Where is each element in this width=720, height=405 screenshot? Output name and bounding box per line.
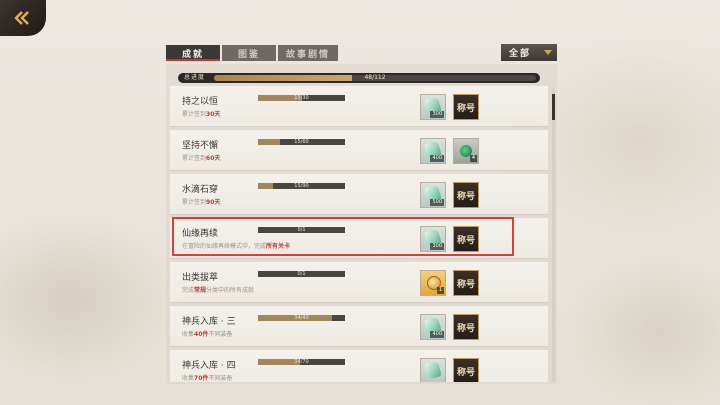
achievement-row: 出类拔萃完成常规分类中的所有成就 0/1 1 称号	[170, 262, 548, 303]
achievement-name: 神兵入库 · 三	[182, 317, 236, 327]
achievement-progress-value: 15/30	[294, 95, 309, 101]
achievement-progress-bar: 0/1	[258, 227, 345, 233]
achievement-desc: 收集40件不同装备	[182, 329, 232, 338]
scrollbar[interactable]	[552, 88, 555, 382]
title-reward-button[interactable]: 称号	[453, 226, 479, 252]
achievement-list: 持之以恒 累计签到30天 15/30 300 称号 坚持不懈 累计签到60天 15/60 400…	[170, 86, 550, 382]
achievement-desc: 完成常规分类中的所有成就	[182, 285, 254, 294]
desc-text: 不同装备	[208, 331, 233, 338]
reward-count: 400	[430, 155, 444, 162]
achievement-name: 神兵入库 · 四	[182, 361, 236, 371]
achievement-progress-value: 15/60	[294, 139, 309, 145]
achievement-progress-bar: 34/70	[258, 359, 345, 365]
reward-slot[interactable]	[420, 358, 446, 382]
achievement-name: 出类拔萃	[182, 273, 219, 283]
achievement-desc: 累计签到90天	[182, 197, 220, 206]
achievement-row: 仙缘再续在冒险的仙缘再续模式中，完成所有关卡 0/1 300 称号	[170, 218, 548, 259]
desc-text: 分类中的所有成就	[206, 287, 255, 294]
achievement-desc: 在冒险的仙缘再续模式中，完成所有关卡	[182, 241, 290, 250]
reward-slot[interactable]: 1	[420, 270, 446, 296]
total-progress-label: 总进度	[184, 74, 206, 81]
title-reward-button[interactable]: 称号	[453, 270, 479, 296]
achievement-desc: 累计签到60天	[182, 153, 220, 162]
achievement-name: 坚持不懈	[182, 141, 219, 151]
achievement-name: 持之以恒	[182, 97, 219, 107]
reward-slot[interactable]: 300	[420, 226, 446, 252]
scrollbar-thumb[interactable]	[552, 94, 555, 120]
achievement-row: 坚持不懈累计签到60天 15/60 400 4	[170, 130, 548, 171]
reward-slot[interactable]: 4	[453, 138, 479, 164]
desc-highlight: 常规	[194, 287, 207, 294]
total-progress: 总进度 48/112	[178, 73, 540, 83]
achievement-name: 仙缘再续	[182, 229, 219, 239]
chevron-down-icon	[544, 50, 552, 55]
achievement-progress-bar: 0/1	[258, 271, 345, 277]
achievement-row: 持之以恒累计签到30天 15/30 300 称号	[170, 86, 548, 127]
reward-count: 300	[430, 243, 444, 250]
desc-text: 完成	[182, 287, 195, 294]
reward-count: 1	[436, 287, 444, 294]
reward-count: 4	[469, 155, 477, 162]
reward-count: 400	[430, 331, 444, 338]
back-arrow-icon	[14, 11, 29, 25]
desc-text: 收集	[182, 331, 195, 338]
reward-slot[interactable]: 500	[420, 182, 446, 208]
desc-text: 不同装备	[208, 375, 233, 382]
achievement-row: 神兵入库 · 四收集70件不同装备 34/70 称号	[170, 350, 548, 382]
achievement-progress-bar: 15/60	[258, 139, 345, 145]
reward-slot[interactable]: 400	[420, 138, 446, 164]
achievement-progress-value: 34/40	[294, 315, 309, 321]
desc-highlight: 30天	[206, 111, 221, 118]
desc-highlight: 90天	[206, 199, 221, 206]
filter-label: 全部	[509, 49, 532, 59]
total-progress-value: 48/112	[364, 74, 386, 81]
desc-highlight: 40件	[194, 331, 209, 338]
category-tabs: 成就 图鉴 故事剧情	[166, 45, 340, 61]
achievement-progress-bar: 15/30	[258, 95, 345, 101]
achievement-progress-value: 0/1	[297, 227, 306, 233]
desc-text: 累计签到	[182, 199, 207, 206]
reward-slot[interactable]: 400	[420, 314, 446, 340]
achievement-progress-value: 34/70	[294, 359, 309, 365]
desc-text: 在冒险的仙缘再续模式中，完成	[182, 243, 267, 250]
jade-gem-icon	[424, 360, 442, 380]
achievement-progress-value: 15/90	[294, 183, 309, 189]
achievement-desc: 累计签到30天	[182, 109, 220, 118]
title-reward-button[interactable]: 称号	[453, 94, 479, 120]
title-reward-button[interactable]: 称号	[453, 182, 479, 208]
reward-slot[interactable]: 300	[420, 94, 446, 120]
back-button[interactable]	[0, 0, 46, 36]
achievement-progress-bar: 15/90	[258, 183, 345, 189]
achievement-row: 水滴石穿累计签到90天 15/90 500 称号	[170, 174, 548, 215]
desc-highlight: 所有关卡	[266, 243, 291, 250]
desc-highlight: 60天	[206, 155, 221, 162]
achievement-desc: 收集70件不同装备	[182, 373, 232, 382]
tab-codex[interactable]: 图鉴	[222, 45, 276, 61]
tab-achievements[interactable]: 成就	[166, 45, 220, 61]
reward-count: 500	[430, 199, 444, 206]
achievement-row: 神兵入库 · 三收集40件不同装备 34/40 400 称号	[170, 306, 548, 347]
desc-text: 累计签到	[182, 111, 207, 118]
achievement-progress-bar: 34/40	[258, 315, 345, 321]
achievement-name: 水滴石穿	[182, 185, 219, 195]
reward-count: 300	[430, 111, 444, 118]
filter-dropdown[interactable]: 全部	[501, 44, 557, 61]
desc-text: 累计签到	[182, 155, 207, 162]
desc-text: 收集	[182, 375, 195, 382]
title-reward-button[interactable]: 称号	[453, 314, 479, 340]
achievement-progress-value: 0/1	[297, 271, 306, 277]
desc-highlight: 70件	[194, 375, 209, 382]
title-reward-button[interactable]: 称号	[453, 358, 479, 382]
tab-story[interactable]: 故事剧情	[278, 45, 338, 61]
